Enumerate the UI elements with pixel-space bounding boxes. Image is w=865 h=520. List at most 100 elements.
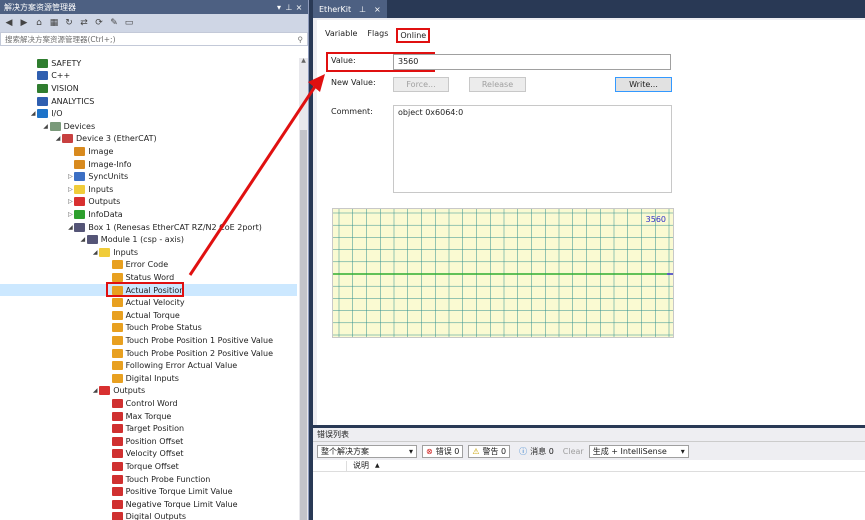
- refresh-icon[interactable]: ⟳: [93, 18, 105, 28]
- column-description[interactable]: 说明: [347, 460, 369, 471]
- forward-icon[interactable]: ▶: [18, 18, 30, 28]
- input-var-icon: [111, 298, 123, 308]
- collapsed-arrow-icon[interactable]: ▷: [66, 173, 74, 180]
- tree-item[interactable]: ▷ Inputs: [66, 183, 113, 196]
- tree-item[interactable]: SAFETY: [29, 57, 81, 70]
- scroll-up-icon[interactable]: ▲: [299, 57, 308, 64]
- tree-item-label: I/O: [51, 109, 63, 119]
- tree-item[interactable]: ▷ Outputs: [66, 196, 120, 209]
- error-list-checkbox-column[interactable]: [317, 460, 347, 471]
- scope-dropdown[interactable]: 整个解决方案 ▾: [317, 444, 417, 458]
- pin-icon[interactable]: ⊥: [284, 3, 294, 12]
- errors-filter-button[interactable]: ⊗ 错误 0: [422, 444, 464, 458]
- tree-item[interactable]: ANALYTICS: [29, 95, 94, 108]
- history-icon[interactable]: ↻: [63, 18, 75, 28]
- tree-item[interactable]: ◢ Outputs: [91, 385, 145, 398]
- folder-yellow-icon: [99, 247, 111, 257]
- tree-item[interactable]: Positive Torque Limit Value: [104, 485, 233, 498]
- pin-icon[interactable]: ⊥: [359, 5, 366, 14]
- tree-item[interactable]: Max Torque: [104, 410, 171, 423]
- collapsed-arrow-icon[interactable]: ▷: [66, 186, 74, 193]
- tree-item[interactable]: Control Word: [104, 397, 178, 410]
- expanded-arrow-icon[interactable]: ◢: [91, 387, 99, 394]
- solution-explorer-titlebar: 解决方案资源管理器 ▾ ⊥ ×: [0, 0, 308, 14]
- etherkit-tab[interactable]: EtherKit ⊥ ×: [313, 0, 387, 18]
- tree-item[interactable]: Touch Probe Position 2 Positive Value: [104, 347, 273, 360]
- tree-item[interactable]: VISION: [29, 82, 79, 95]
- properties-icon[interactable]: ✎: [108, 18, 120, 28]
- warnings-filter-button[interactable]: ⚠ 警告 0: [468, 444, 511, 458]
- tree-item[interactable]: Velocity Offset: [104, 448, 184, 461]
- tree-item[interactable]: ◢ Device 3 (EtherCAT): [54, 133, 157, 146]
- release-button[interactable]: Release: [469, 77, 526, 92]
- tree-item[interactable]: ◢ I/O: [29, 107, 63, 120]
- tree-item[interactable]: ◢ Module 1 (csp - axis): [79, 233, 184, 246]
- tree-item-label: Actual Velocity: [125, 298, 185, 308]
- sync-icon[interactable]: ⇄: [78, 18, 90, 28]
- back-icon[interactable]: ◀: [3, 18, 15, 28]
- tree-item[interactable]: Actual Position: [0, 281, 297, 297]
- tree-item[interactable]: Position Offset: [104, 435, 184, 448]
- collapsed-arrow-icon[interactable]: ▷: [66, 198, 74, 205]
- tree-item[interactable]: ▷ InfoData: [66, 208, 123, 221]
- preview-icon[interactable]: ▭: [123, 18, 135, 28]
- messages-filter-button[interactable]: ⓘ 消息 0: [515, 445, 558, 458]
- scrollbar-thumb[interactable]: [300, 130, 307, 520]
- input-var-icon: [111, 323, 123, 333]
- close-icon[interactable]: ×: [374, 5, 381, 14]
- tree-item-label: Touch Probe Position 1 Positive Value: [125, 335, 274, 345]
- force-button[interactable]: Force...: [393, 77, 449, 92]
- tree-item[interactable]: Image: [66, 145, 113, 158]
- tree-item[interactable]: Target Position: [104, 422, 184, 435]
- tree-item[interactable]: Torque Offset: [104, 460, 179, 473]
- tree-item[interactable]: Following Error Actual Value: [104, 359, 237, 372]
- tree-item[interactable]: Touch Probe Function: [104, 473, 211, 486]
- tree-item[interactable]: Negative Torque Limit Value: [104, 498, 238, 511]
- tree-item[interactable]: Actual Torque: [104, 309, 180, 322]
- error-list-panel: 错误列表 整个解决方案 ▾ ⊗ 错误 0 ⚠ 警告 0 ⓘ 消息 0 Clear…: [313, 428, 865, 520]
- tree-item[interactable]: ◢ Devices: [42, 120, 95, 133]
- tree-item[interactable]: Digital Inputs: [104, 372, 179, 385]
- tab-variable[interactable]: Variable: [323, 28, 359, 43]
- tree-item-label: Device 3 (EtherCAT): [76, 134, 157, 144]
- clear-button[interactable]: Clear: [563, 447, 584, 456]
- tree-item[interactable]: ◢ Box 1 (Renesas EtherCAT RZ/N2 CoE 2port…: [66, 221, 262, 234]
- tree-item[interactable]: ▷ SyncUnits: [66, 170, 128, 183]
- switch-views-icon[interactable]: ▦: [48, 18, 60, 28]
- tree-item[interactable]: Touch Probe Status: [104, 322, 202, 335]
- expanded-arrow-icon[interactable]: ◢: [54, 135, 62, 142]
- search-input[interactable]: 搜索解决方案资源管理器(Ctrl+;) ⚲: [0, 32, 308, 46]
- expanded-arrow-icon[interactable]: ◢: [29, 110, 37, 117]
- solution-explorer-panel: 解决方案资源管理器 ▾ ⊥ × ◀ ▶ ⌂ ▦ ↻ ⇄ ⟳ ✎ ▭ 搜索解决方案…: [0, 0, 309, 520]
- expanded-arrow-icon[interactable]: ◢: [66, 224, 74, 231]
- input-var-icon: [111, 335, 123, 345]
- close-icon[interactable]: ×: [294, 3, 304, 12]
- tab-online[interactable]: Online: [396, 28, 431, 43]
- tree-item[interactable]: Actual Velocity: [104, 296, 185, 309]
- expanded-arrow-icon[interactable]: ◢: [91, 249, 99, 256]
- tree-item[interactable]: Touch Probe Position 1 Positive Value: [104, 334, 273, 347]
- home-icon[interactable]: ⌂: [33, 18, 45, 28]
- tab-flags[interactable]: Flags: [365, 28, 390, 43]
- sort-asc-icon: ▲: [375, 462, 380, 469]
- expanded-arrow-icon[interactable]: ◢: [79, 236, 87, 243]
- expanded-arrow-icon[interactable]: ◢: [42, 123, 50, 130]
- etherkit-content: Variable Flags Online Value: 3560 New Va…: [317, 20, 865, 425]
- tree-item-label: Digital Inputs: [125, 373, 179, 383]
- messages-count: 消息 0: [530, 446, 554, 456]
- window-position-icon[interactable]: ▾: [274, 3, 284, 12]
- tree-item[interactable]: Image-Info: [66, 158, 131, 171]
- tree-item[interactable]: Error Code: [104, 259, 168, 272]
- tree-item-label: Torque Offset: [125, 461, 179, 471]
- tree-item[interactable]: ◢ Inputs: [91, 246, 138, 259]
- tree-item[interactable]: C++: [29, 70, 70, 83]
- tree-item-label: Touch Probe Function: [125, 474, 211, 484]
- tree-scrollbar[interactable]: ▲: [299, 57, 308, 520]
- tree-item-label: Position Offset: [125, 436, 184, 446]
- selected-item-highlight: [105, 281, 184, 297]
- write-button[interactable]: Write...: [615, 77, 672, 92]
- output-var-icon: [111, 449, 123, 459]
- collapsed-arrow-icon[interactable]: ▷: [66, 211, 74, 218]
- build-filter-dropdown[interactable]: 生成 + IntelliSense ▾: [588, 444, 689, 458]
- tree-item[interactable]: Digital Outputs: [104, 511, 186, 520]
